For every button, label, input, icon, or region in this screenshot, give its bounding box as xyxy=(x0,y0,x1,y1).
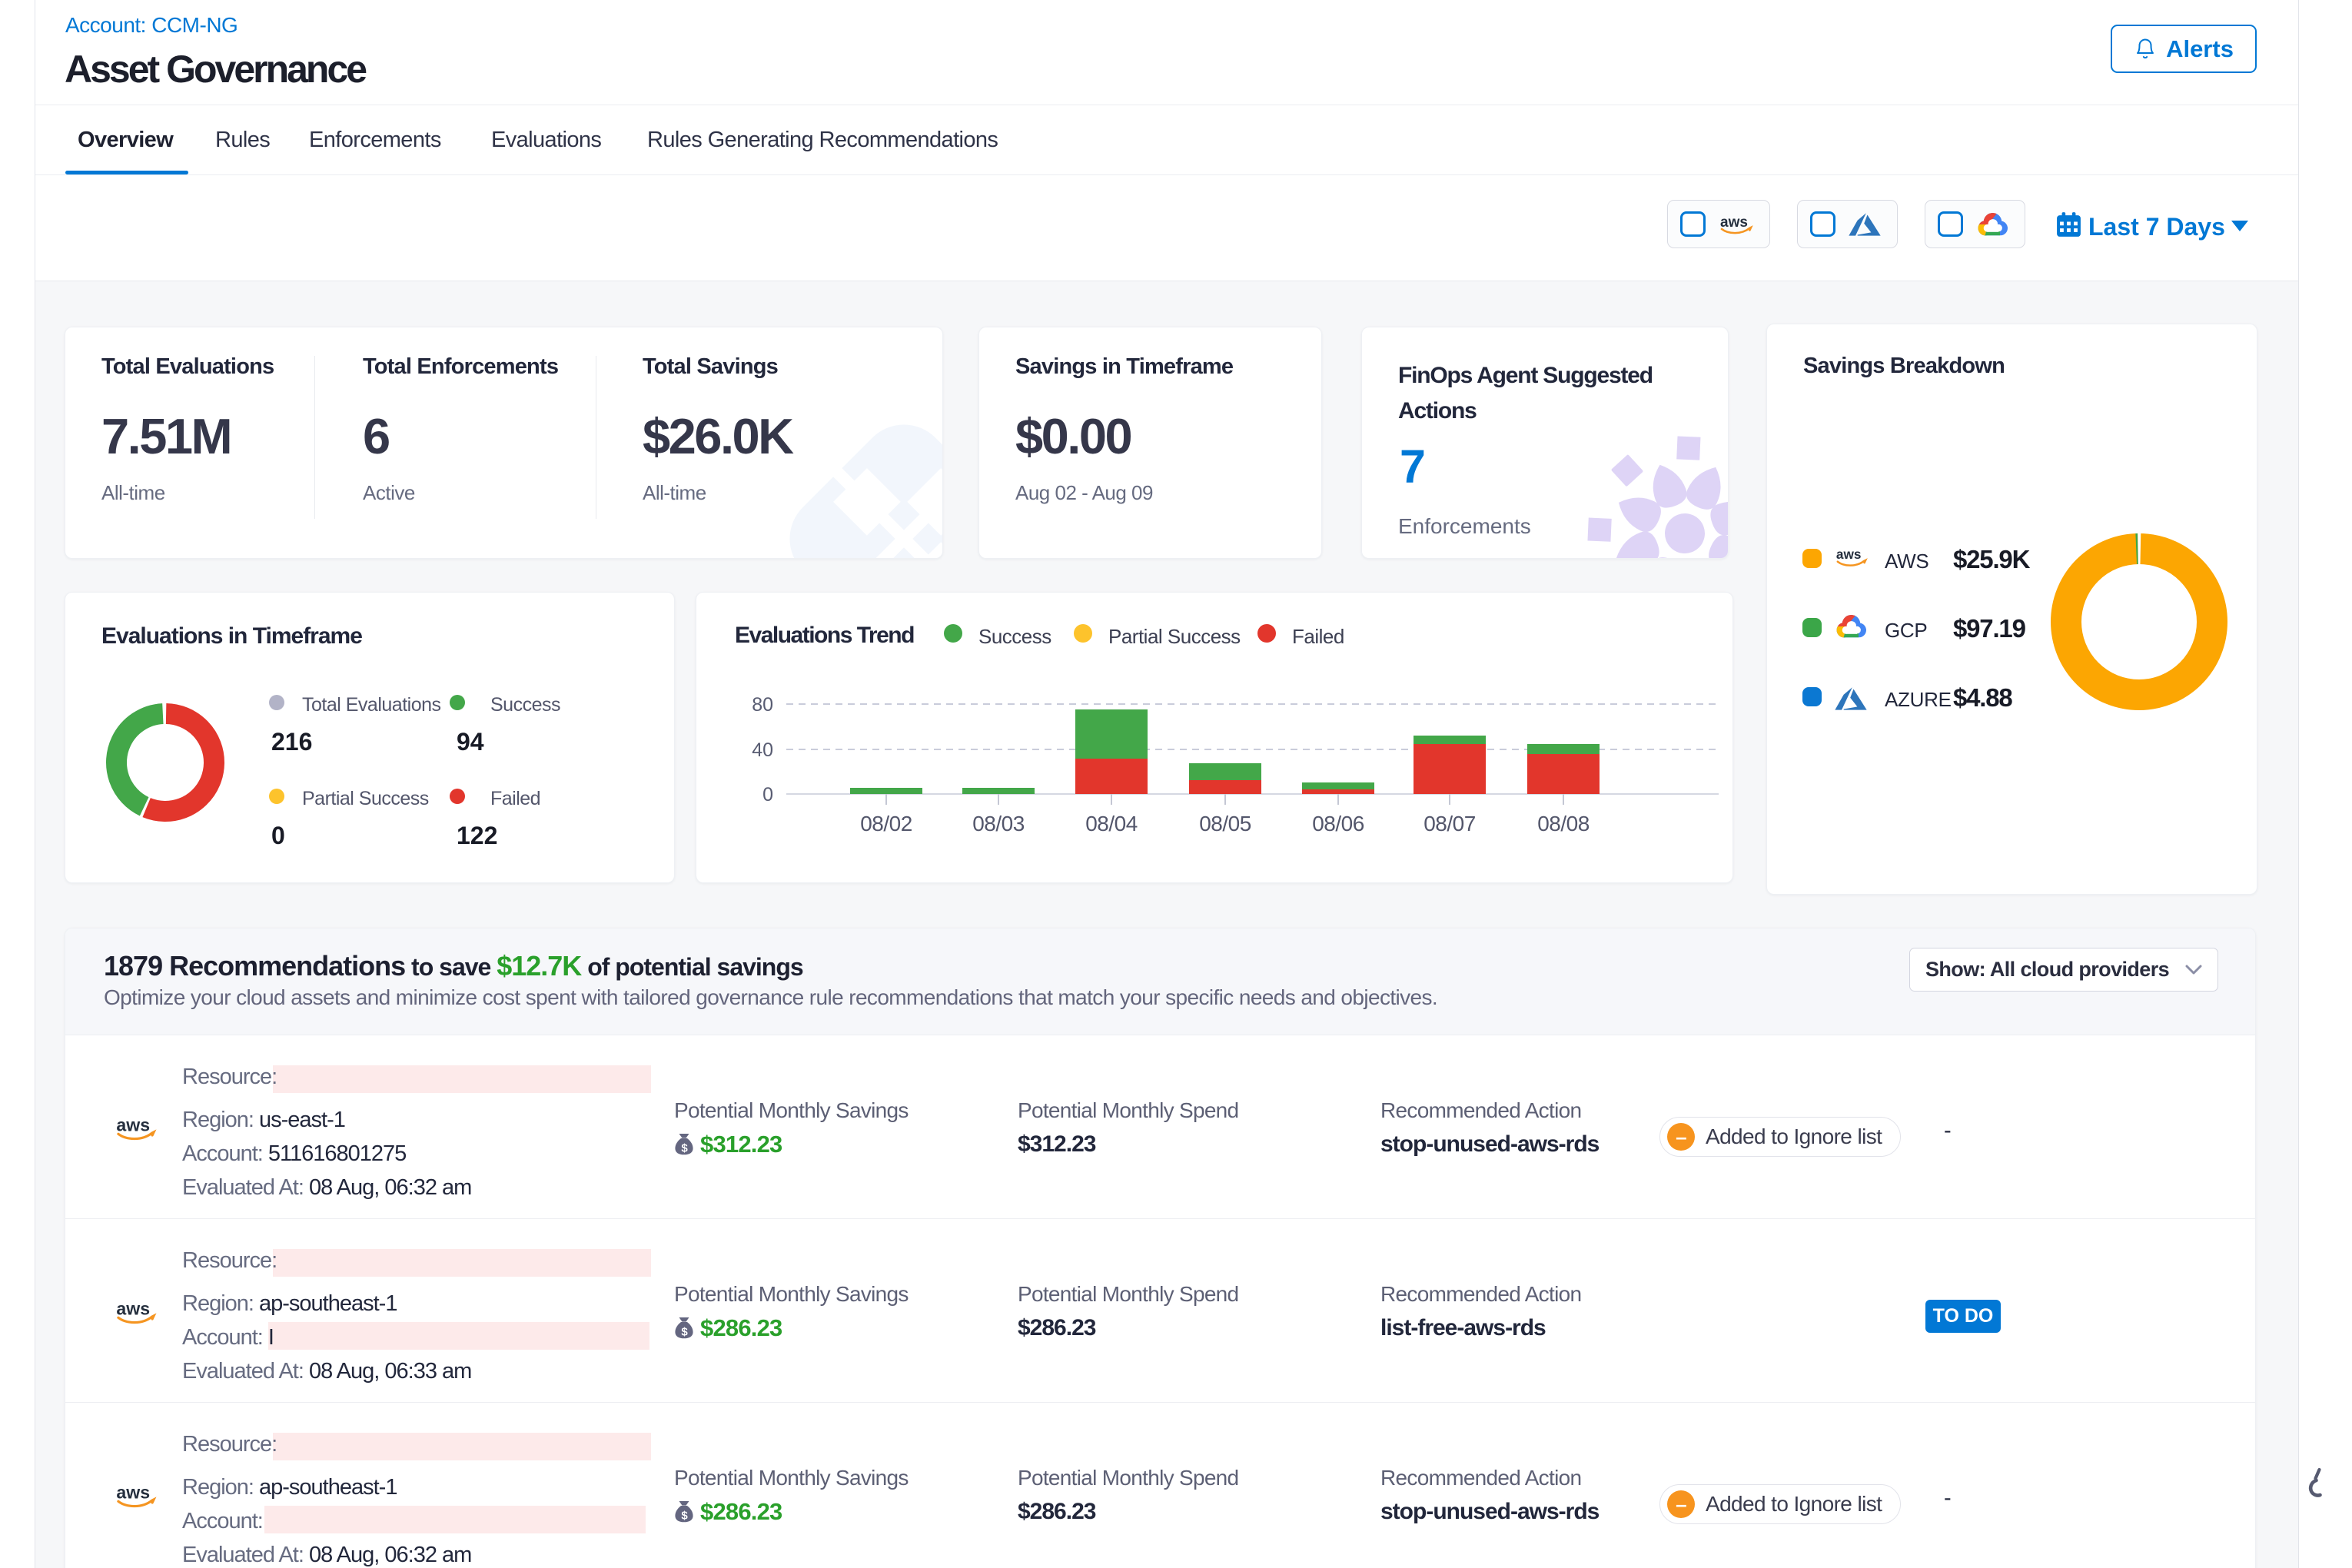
svg-text:aws: aws xyxy=(116,1115,150,1135)
svg-text:aws: aws xyxy=(1836,546,1862,562)
svg-text:aws: aws xyxy=(116,1483,150,1503)
svg-text:08/05: 08/05 xyxy=(1199,812,1251,835)
svg-text:08/02: 08/02 xyxy=(860,812,912,835)
svg-text:40: 40 xyxy=(752,739,773,761)
svg-text:aws: aws xyxy=(116,1299,150,1319)
svg-text:08/03: 08/03 xyxy=(972,812,1025,835)
svg-text:aws: aws xyxy=(1720,214,1748,231)
svg-text:08/08: 08/08 xyxy=(1537,812,1590,835)
svg-text:08/06: 08/06 xyxy=(1312,812,1364,835)
svg-text:0: 0 xyxy=(762,784,773,806)
svg-text:80: 80 xyxy=(752,694,773,716)
svg-text:08/04: 08/04 xyxy=(1085,812,1138,835)
svg-text:08/07: 08/07 xyxy=(1423,812,1476,835)
